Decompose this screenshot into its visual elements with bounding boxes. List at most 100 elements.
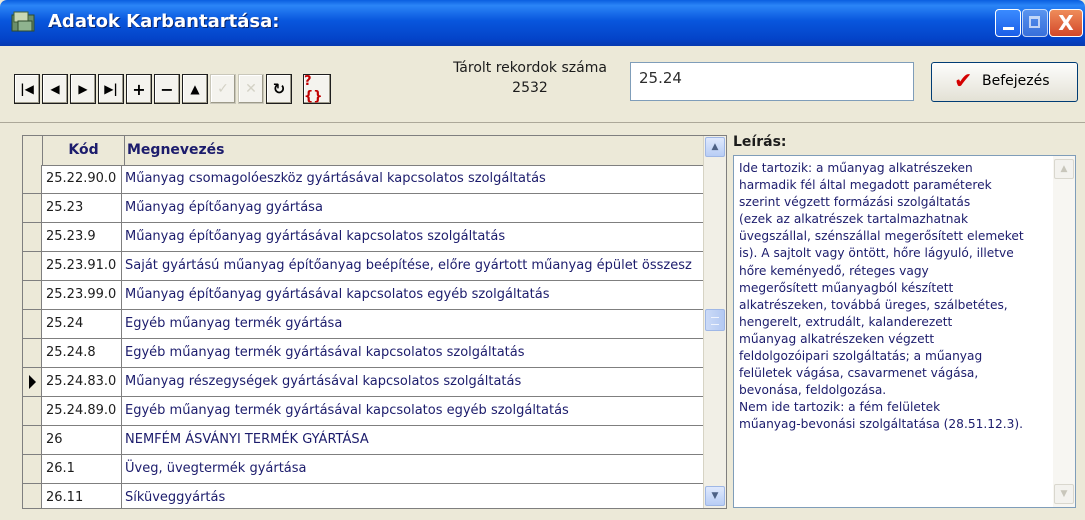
plus-icon: +: [132, 79, 146, 99]
next-record-button[interactable]: ▶: [70, 74, 96, 104]
cell-name[interactable]: Műanyag építőanyag gyártása: [125, 194, 703, 222]
description-line: Nem ide tartozik: a fém felületek: [739, 400, 941, 415]
table-row[interactable]: 25.22.90.0 Műanyag csomagolóeszköz gyártá…: [23, 165, 704, 194]
last-record-icon: ▶|: [104, 82, 118, 96]
description-line: szerint végzett formázási szolgáltatás: [739, 195, 971, 210]
row-indicator: [23, 397, 42, 425]
description-line: harmadik fél által megadott paraméterek: [739, 178, 992, 193]
search-input[interactable]: 25.24: [630, 62, 914, 101]
cell-code[interactable]: 25.24.89.0: [43, 397, 122, 425]
cell-name[interactable]: NEMFÉM ÁSVÁNYI TERMÉK GYÁRTÁSA: [125, 426, 703, 454]
cell-name[interactable]: Műanyag részegységek gyártásával kapcsol…: [125, 368, 703, 396]
description-line: üvegszállal, szénszállal megerősített el…: [739, 229, 1024, 244]
cell-code[interactable]: 26.1: [43, 455, 122, 483]
cell-code[interactable]: 25.23.99.0: [43, 281, 122, 309]
scroll-thumb[interactable]: [705, 309, 725, 331]
last-record-button[interactable]: ▶|: [98, 74, 124, 104]
cell-name[interactable]: Síküveggyártás: [125, 484, 703, 508]
description-line: felületek vágása, csavarmenet vágása,: [739, 366, 979, 381]
description-text: Ide tartozik: a műanyag alkatrészeken har…: [739, 160, 1049, 434]
title-bar: Adatok Karbantartása: X: [0, 0, 1085, 46]
close-icon: X: [1058, 11, 1074, 35]
refresh-button[interactable]: ↻: [266, 74, 292, 104]
edit-record-button[interactable]: ▲: [182, 74, 208, 104]
description-line: feldolgozóipari szolgáltatás; a műanyag: [739, 349, 983, 364]
first-record-button[interactable]: |◀: [14, 74, 40, 104]
record-count-label: Tárolt rekordok száma: [453, 60, 607, 76]
table-row[interactable]: 26.11 Síküveggyártás: [23, 484, 704, 508]
delete-record-button[interactable]: −: [154, 74, 180, 104]
table-row[interactable]: 25.23.99.0 Műanyag építőanyag gyártásával…: [23, 281, 704, 310]
cell-name[interactable]: Műanyag építőanyag gyártásával kapcsolat…: [125, 223, 703, 251]
refresh-icon: ↻: [272, 80, 286, 98]
help-icon: ?{}: [304, 74, 323, 104]
table-row[interactable]: 26 NEMFÉM ÁSVÁNYI TERMÉK GYÁRTÁSA: [23, 426, 704, 455]
checkmark-icon: ✓: [217, 81, 229, 97]
row-indicator: [23, 252, 42, 280]
row-indicator: [23, 368, 42, 396]
cell-name[interactable]: Műanyag építőanyag gyártásával kapcsolat…: [125, 281, 703, 309]
maximize-icon: [1029, 16, 1040, 28]
cell-code[interactable]: 25.24.83.0: [43, 368, 122, 396]
scroll-down-icon[interactable]: ▼: [705, 486, 725, 506]
cell-code[interactable]: 26.11: [43, 484, 122, 508]
row-indicator: [23, 281, 42, 309]
description-memo[interactable]: Ide tartozik: a műanyag alkatrészeken har…: [733, 155, 1076, 508]
cell-code[interactable]: 26: [43, 426, 122, 454]
description-line: műanyag alkatrészeken végzett: [739, 331, 935, 346]
row-indicator: [23, 339, 42, 367]
table-row[interactable]: 25.24.89.0 Egyéb műanyag termék gyártásáv…: [23, 397, 704, 426]
prior-record-button[interactable]: ◀: [42, 74, 68, 104]
row-indicator: [23, 165, 42, 193]
help-button[interactable]: ?{}: [303, 74, 331, 104]
minimize-button[interactable]: [995, 9, 1021, 37]
cell-name[interactable]: Egyéb műanyag termék gyártása: [125, 310, 703, 338]
description-line: hőre keményedő, réteges vagy: [739, 263, 929, 278]
grid-scrollbar[interactable]: ▲ ▼: [703, 136, 726, 508]
prior-record-icon: ◀: [50, 82, 60, 96]
cell-name[interactable]: Műanyag csomagolóeszköz gyártásával kapc…: [125, 165, 703, 193]
app-icon: [11, 11, 35, 32]
cell-code[interactable]: 25.24.8: [43, 339, 122, 367]
cell-code[interactable]: 25.23: [43, 194, 122, 222]
row-indicator: [23, 484, 42, 508]
cell-code[interactable]: 25.22.90.0: [43, 165, 122, 193]
grid-header: Kód Megnevezés: [23, 136, 704, 166]
cell-name[interactable]: Egyéb műanyag termék gyártásával kapcsol…: [125, 339, 703, 367]
scroll-up-icon[interactable]: ▲: [705, 137, 725, 157]
description-line: alkatrészeken, továbbá üreges, szálbetét…: [739, 297, 1008, 312]
cell-name[interactable]: Saját gyártású műanyag építőanyag beépít…: [125, 252, 703, 280]
finish-button[interactable]: ✔ Befejezés: [931, 62, 1078, 102]
maximize-button: [1022, 9, 1048, 37]
window-title: Adatok Karbantartása:: [48, 11, 280, 32]
next-record-icon: ▶: [78, 82, 88, 96]
table-row[interactable]: 25.24 Egyéb műanyag termék gyártása: [23, 310, 704, 339]
description-line: hengerelt, extrudált, kalanderezett: [739, 314, 953, 329]
close-button[interactable]: X: [1049, 9, 1083, 37]
table-row[interactable]: 25.24.83.0 Műanyag részegységek gyártásáv…: [23, 368, 704, 397]
table-row[interactable]: 26.1 Üveg, üvegtermék gyártása: [23, 455, 704, 484]
first-record-icon: |◀: [20, 82, 34, 96]
scroll-down-icon[interactable]: ▼: [1054, 484, 1074, 504]
description-scrollbar[interactable]: ▲ ▼: [1053, 156, 1075, 507]
cell-code[interactable]: 25.24: [43, 310, 122, 338]
table-row[interactable]: 25.23.9 Műanyag építőanyag gyártásával ka…: [23, 223, 704, 252]
insert-record-button[interactable]: +: [126, 74, 152, 104]
cancel-icon: ✕: [245, 81, 257, 97]
cell-name[interactable]: Üveg, üvegtermék gyártása: [125, 455, 703, 483]
column-header-name[interactable]: Megnevezés: [125, 136, 704, 165]
row-indicator: [23, 310, 42, 338]
description-title: Leírás:: [733, 134, 787, 150]
row-indicator: [23, 223, 42, 251]
cell-code[interactable]: 25.23.9: [43, 223, 122, 251]
table-row[interactable]: 25.23 Műanyag építőanyag gyártása: [23, 194, 704, 223]
record-count-panel: Tárolt rekordok száma 2532: [440, 58, 620, 98]
column-header-code[interactable]: Kód: [43, 136, 125, 165]
records-grid[interactable]: Kód Megnevezés 25.22.90.0 Műanyag csomago…: [22, 135, 727, 509]
scroll-up-icon[interactable]: ▲: [1054, 159, 1074, 179]
table-row[interactable]: 25.24.8 Egyéb műanyag termék gyártásával …: [23, 339, 704, 368]
cell-code[interactable]: 25.23.91.0: [43, 252, 122, 280]
cell-name[interactable]: Egyéb műanyag termék gyártásával kapcsol…: [125, 397, 703, 425]
table-row[interactable]: 25.23.91.0 Saját gyártású műanyag építőan…: [23, 252, 704, 281]
post-edit-button: ✓: [210, 74, 236, 104]
